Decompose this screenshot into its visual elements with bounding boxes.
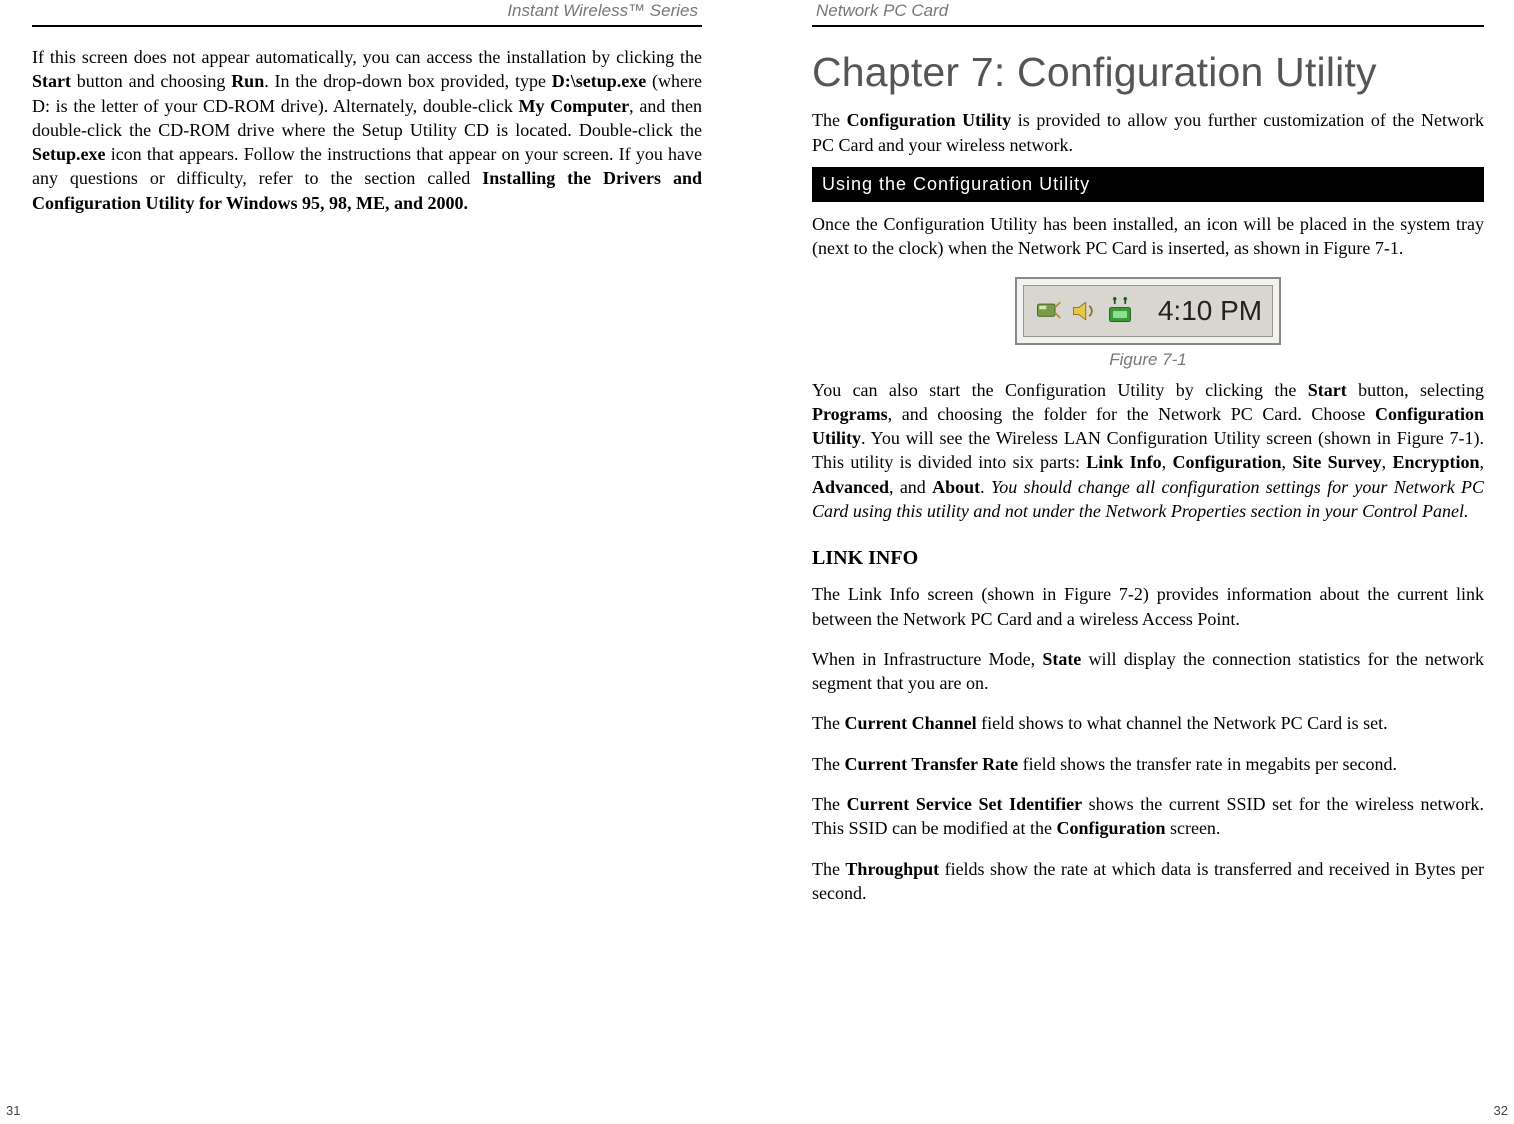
systray-inner: 4:10 PM bbox=[1023, 285, 1273, 337]
text: The bbox=[812, 754, 844, 774]
text-bold: Throughput bbox=[845, 859, 939, 879]
header-rule bbox=[32, 25, 702, 27]
text-bold: Current Channel bbox=[844, 713, 976, 733]
text: If this screen does not appear automatic… bbox=[32, 47, 702, 67]
text: , bbox=[1162, 452, 1173, 472]
text: screen. bbox=[1165, 818, 1220, 838]
text-bold: Programs bbox=[812, 404, 888, 424]
text-bold: Link Info bbox=[1086, 452, 1161, 472]
network-monitor-icon bbox=[1106, 297, 1134, 325]
text: When in Infrastructure Mode, bbox=[812, 649, 1042, 669]
body-paragraph: If this screen does not appear automatic… bbox=[32, 45, 702, 215]
text: You can also start the Configuration Uti… bbox=[812, 380, 1308, 400]
text-bold: Configuration bbox=[1172, 452, 1281, 472]
text-bold: Run bbox=[231, 71, 264, 91]
section-heading-bar: Using the Configuration Utility bbox=[812, 167, 1484, 202]
pc-card-icon bbox=[1034, 297, 1062, 325]
text-bold: Current Service Set Identifier bbox=[847, 794, 1082, 814]
body-paragraph: The Throughput fields show the rate at w… bbox=[812, 857, 1484, 906]
systray-screenshot: 4:10 PM bbox=[1015, 277, 1281, 345]
text: button and choosing bbox=[71, 71, 231, 91]
text: button, selecting bbox=[1347, 380, 1484, 400]
text: , and choosing the folder for the Networ… bbox=[888, 404, 1375, 424]
text-bold: Encryption bbox=[1392, 452, 1479, 472]
text: , bbox=[1382, 452, 1393, 472]
text: , bbox=[1480, 452, 1485, 472]
text: . In the drop-down box provided, type bbox=[264, 71, 552, 91]
figure-caption: Figure 7-1 bbox=[812, 349, 1484, 372]
body-paragraph: Once the Configuration Utility has been … bbox=[812, 212, 1484, 261]
page-left: Instant Wireless™ Series If this screen … bbox=[0, 0, 757, 1124]
text-bold: Setup.exe bbox=[32, 144, 106, 164]
running-header-left: Instant Wireless™ Series bbox=[32, 0, 702, 25]
text: , bbox=[1282, 452, 1293, 472]
text: . bbox=[980, 477, 991, 497]
text: The bbox=[812, 794, 847, 814]
figure-7-1: 4:10 PM Figure 7-1 bbox=[812, 277, 1484, 372]
text: field shows to what channel the Network … bbox=[977, 713, 1388, 733]
chapter-title: Chapter 7: Configuration Utility bbox=[812, 45, 1484, 100]
subheading-link-info: LINK INFO bbox=[812, 545, 1484, 572]
text-bold: Start bbox=[1308, 380, 1347, 400]
running-header-right: Network PC Card bbox=[812, 0, 1484, 25]
text-bold: Configuration Utility bbox=[847, 110, 1012, 130]
page-number: 32 bbox=[1494, 1102, 1508, 1120]
text-bold: Configuration bbox=[1056, 818, 1165, 838]
systray-clock: 4:10 PM bbox=[1144, 292, 1262, 330]
text: The bbox=[812, 859, 845, 879]
body-paragraph: You can also start the Configuration Uti… bbox=[812, 378, 1484, 524]
tray-icon-group bbox=[1034, 297, 1134, 325]
body-paragraph: The Link Info screen (shown in Figure 7-… bbox=[812, 582, 1484, 631]
text-bold: Site Survey bbox=[1292, 452, 1381, 472]
text: field shows the transfer rate in megabit… bbox=[1018, 754, 1397, 774]
text-bold: D:\setup.exe bbox=[552, 71, 646, 91]
text-bold: My Computer bbox=[519, 96, 630, 116]
body-paragraph: The Current Service Set Identifier shows… bbox=[812, 792, 1484, 841]
intro-paragraph: The Configuration Utility is provided to… bbox=[812, 108, 1484, 157]
volume-icon bbox=[1070, 297, 1098, 325]
text-bold: State bbox=[1042, 649, 1081, 669]
body-paragraph: The Current Channel field shows to what … bbox=[812, 711, 1484, 735]
text-bold: About bbox=[932, 477, 980, 497]
text-bold: Start bbox=[32, 71, 71, 91]
page-right: Network PC Card Chapter 7: Configuration… bbox=[757, 0, 1514, 1124]
text: The bbox=[812, 110, 847, 130]
body-paragraph: The Current Transfer Rate field shows th… bbox=[812, 752, 1484, 776]
header-rule bbox=[812, 25, 1484, 27]
text: The bbox=[812, 713, 844, 733]
page-number: 31 bbox=[6, 1102, 20, 1120]
text-bold: Current Transfer Rate bbox=[844, 754, 1018, 774]
text-bold: Advanced bbox=[812, 477, 889, 497]
document-spread: Instant Wireless™ Series If this screen … bbox=[0, 0, 1514, 1124]
body-paragraph: When in Infrastructure Mode, State will … bbox=[812, 647, 1484, 696]
text: , and bbox=[889, 477, 932, 497]
